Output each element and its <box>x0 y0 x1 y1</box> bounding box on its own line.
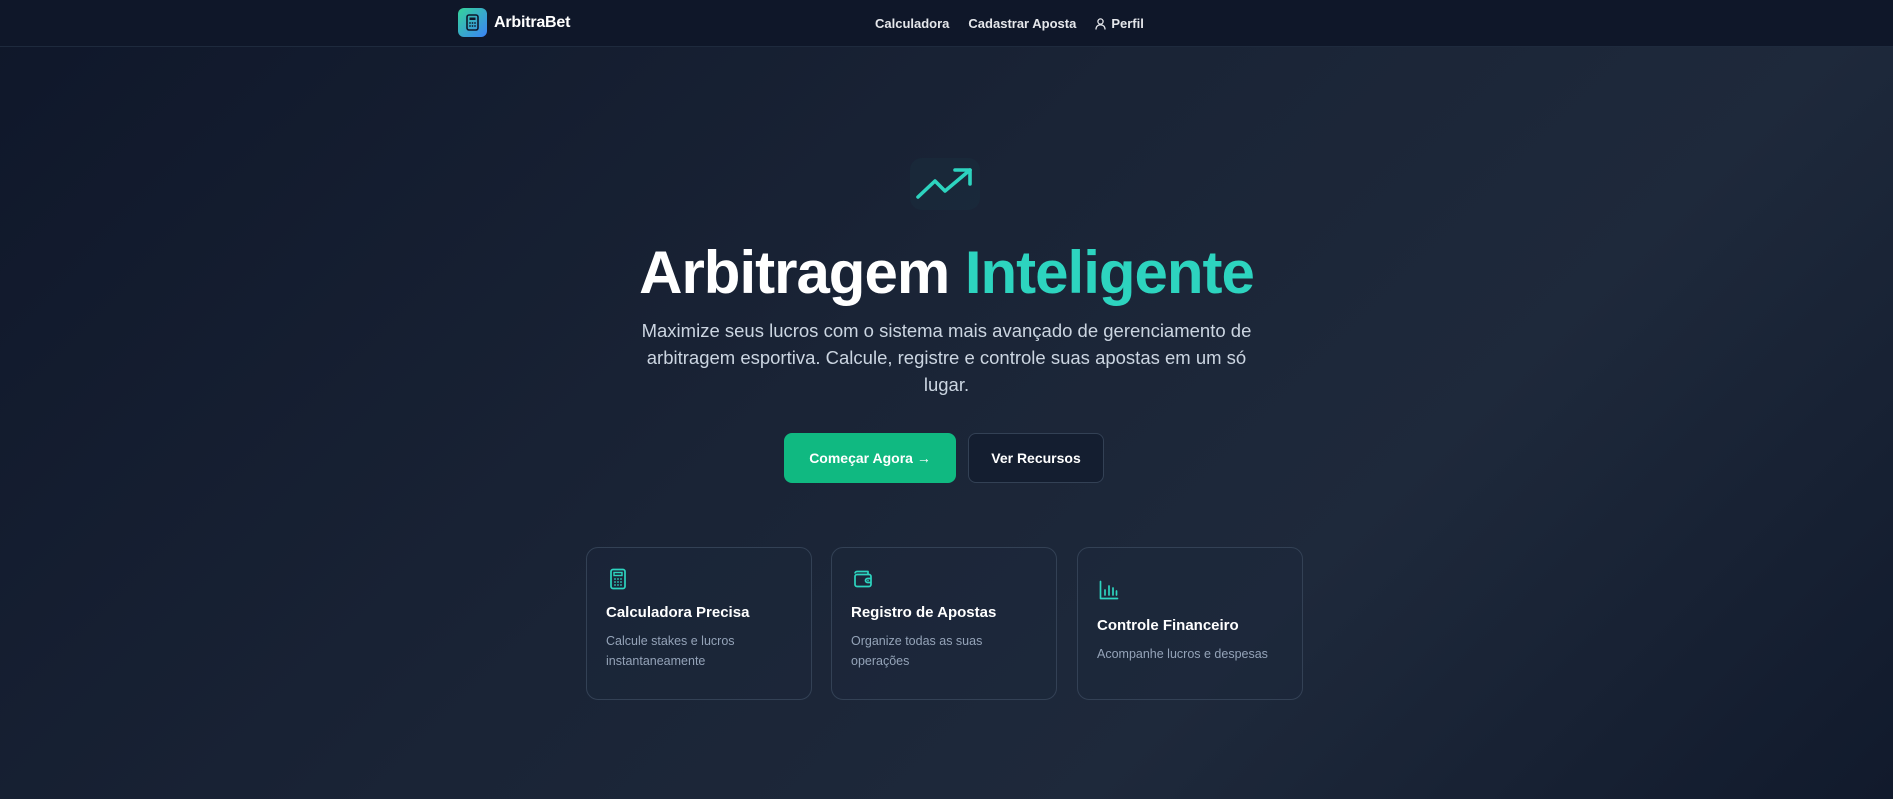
nav-item-perfil[interactable]: Perfil <box>1095 16 1144 31</box>
feature-title: Controle Financeiro <box>1097 617 1239 634</box>
brand-logo[interactable]: ArbitraBet <box>458 8 570 37</box>
view-features-button[interactable]: Ver Recursos <box>968 433 1104 483</box>
hero-title-accent: Inteligente <box>964 239 1255 306</box>
hero-subtitle: Maximize seus lucros com o sistema mais … <box>641 320 1252 395</box>
hero-title-plain: Arbitragem <box>639 239 950 306</box>
feature-description: Organize todas as suas operações <box>851 634 983 668</box>
feature-card-financial: Controle Financeiro Acompanhe lucros e d… <box>1077 547 1303 700</box>
hero-title: Arbitragem Inteligente <box>0 233 1893 313</box>
feature-description: Acompanhe lucros e despesas <box>1097 647 1268 661</box>
brand-name: ArbitraBet <box>494 13 571 31</box>
start-now-button[interactable]: Começar Agora → <box>784 433 956 483</box>
top-navbar: ArbitraBet Calculadora Cadastrar Aposta … <box>0 0 1893 47</box>
feature-title: Registro de Apostas <box>851 604 997 621</box>
nav-item-perfil-label: Perfil <box>1111 16 1144 31</box>
nav-item-calculadora[interactable]: Calculadora <box>875 16 949 31</box>
calculator-icon <box>610 568 626 590</box>
nav-menu: Calculadora Cadastrar Aposta Perfil <box>875 0 1144 47</box>
feature-card-bets: Registro de Apostas Organize todas as su… <box>831 547 1057 700</box>
calculator-logo-icon <box>458 8 487 37</box>
feature-description: Calcule stakes e lucros instantaneamente <box>606 634 735 668</box>
trending-up-icon <box>910 158 980 210</box>
feature-card-calculator: Calculadora Precisa Calcule stakes e luc… <box>586 547 812 700</box>
feature-title: Calculadora Precisa <box>606 604 750 621</box>
user-icon <box>1095 17 1106 30</box>
bar-chart-icon <box>1099 580 1119 600</box>
wallet-icon <box>854 570 872 588</box>
nav-item-cadastrar-aposta[interactable]: Cadastrar Aposta <box>968 16 1076 31</box>
